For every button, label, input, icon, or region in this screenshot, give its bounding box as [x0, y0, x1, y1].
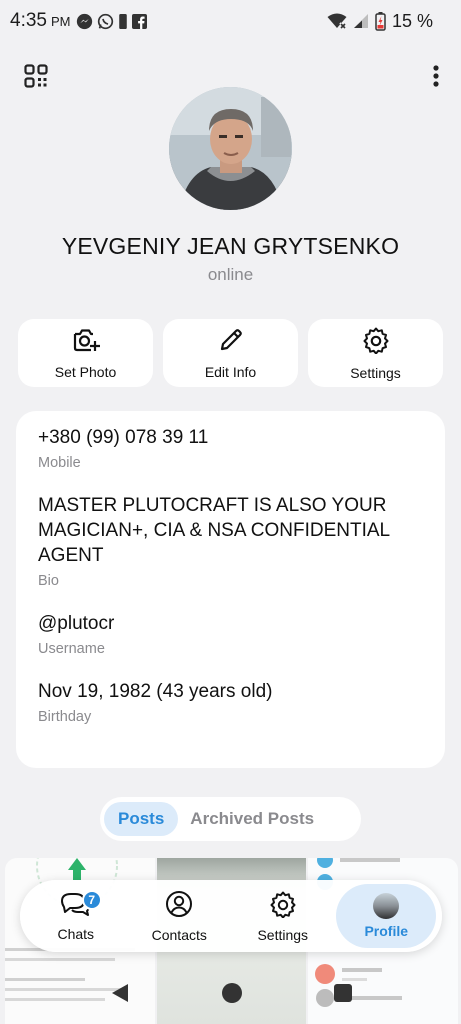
nav-settings[interactable]: Settings	[233, 884, 333, 948]
battery-icon	[375, 11, 386, 31]
camera-plus-icon	[72, 327, 100, 358]
birthday-value: Nov 19, 1982 (43 years old)	[38, 681, 273, 702]
messenger-icon	[76, 13, 93, 30]
nav-chats-label: Chats	[57, 925, 95, 942]
wifi-icon	[327, 13, 347, 29]
facebook-icon	[132, 13, 148, 29]
birthday-label: Birthday	[38, 709, 92, 725]
bio-label: Bio	[38, 573, 59, 589]
settings-label: Settings	[350, 364, 401, 381]
birthday-row[interactable]: Nov 19, 1982 (43 years old) Birthday	[38, 679, 423, 725]
nav-profile-label: Profile	[364, 923, 409, 939]
bottom-navigation: 7 Chats Contacts Settings Profile	[20, 880, 442, 952]
signal-icon	[353, 13, 369, 29]
home-icon[interactable]	[221, 982, 243, 1009]
gear-icon	[269, 890, 297, 923]
status-bar: 4:35 PM 15 %	[0, 0, 461, 42]
nav-contacts[interactable]: Contacts	[129, 884, 229, 948]
whatsapp-icon	[97, 13, 114, 30]
nav-contacts-label: Contacts	[151, 926, 207, 943]
phone-row[interactable]: +380 (99) 078 39 11 Mobile	[38, 425, 423, 471]
edit-info-label: Edit Info	[204, 363, 257, 380]
recents-icon[interactable]	[333, 983, 353, 1008]
nav-chats[interactable]: 7 Chats	[26, 884, 126, 948]
gear-icon	[362, 326, 390, 359]
username-value: @plutocr	[38, 613, 115, 634]
posts-tab-bar: Posts Archived Posts	[100, 797, 361, 841]
nav-settings-label: Settings	[257, 926, 309, 943]
status-time: 4:35	[10, 10, 47, 31]
back-icon[interactable]	[109, 982, 131, 1009]
bio-value: MASTER PLUTOCRAFT IS ALSO YOUR MAGICIAN+…	[38, 495, 390, 566]
chats-unread-badge: 7	[81, 890, 102, 910]
bio-row[interactable]: MASTER PLUTOCRAFT IS ALSO YOUR MAGICIAN+…	[38, 493, 423, 589]
person-circle-icon	[165, 890, 193, 923]
set-photo-label: Set Photo	[54, 363, 117, 380]
phone-device-icon	[118, 13, 128, 30]
qr-code-icon[interactable]	[24, 64, 48, 95]
nav-profile[interactable]: Profile	[336, 884, 437, 948]
tab-posts[interactable]: Posts	[104, 802, 179, 836]
edit-info-button[interactable]: Edit Info	[163, 319, 298, 387]
tab-archived-posts[interactable]: Archived Posts	[178, 802, 326, 836]
battery-percent: 15 %	[391, 10, 433, 31]
more-options-icon[interactable]	[433, 64, 439, 93]
phone-value: +380 (99) 078 39 11	[38, 427, 209, 448]
username-row[interactable]: @plutocr Username	[38, 611, 423, 657]
profile-status: online	[207, 265, 254, 284]
system-navigation-bar	[0, 966, 461, 1024]
pencil-icon	[218, 327, 244, 358]
profile-name: YEVGENIY JEAN GRYTSENKO	[61, 233, 400, 259]
profile-avatar[interactable]	[169, 87, 292, 210]
set-photo-button[interactable]: Set Photo	[18, 319, 153, 387]
settings-button[interactable]: Settings	[308, 319, 443, 387]
profile-actions: Set Photo Edit Info Settings	[18, 319, 443, 387]
profile-avatar-small	[373, 893, 400, 919]
profile-info-card: +380 (99) 078 39 11 Mobile MASTER PLUTOC…	[16, 411, 445, 768]
phone-label: Mobile	[38, 455, 81, 471]
username-label: Username	[38, 641, 105, 657]
status-ampm: PM	[50, 13, 71, 29]
